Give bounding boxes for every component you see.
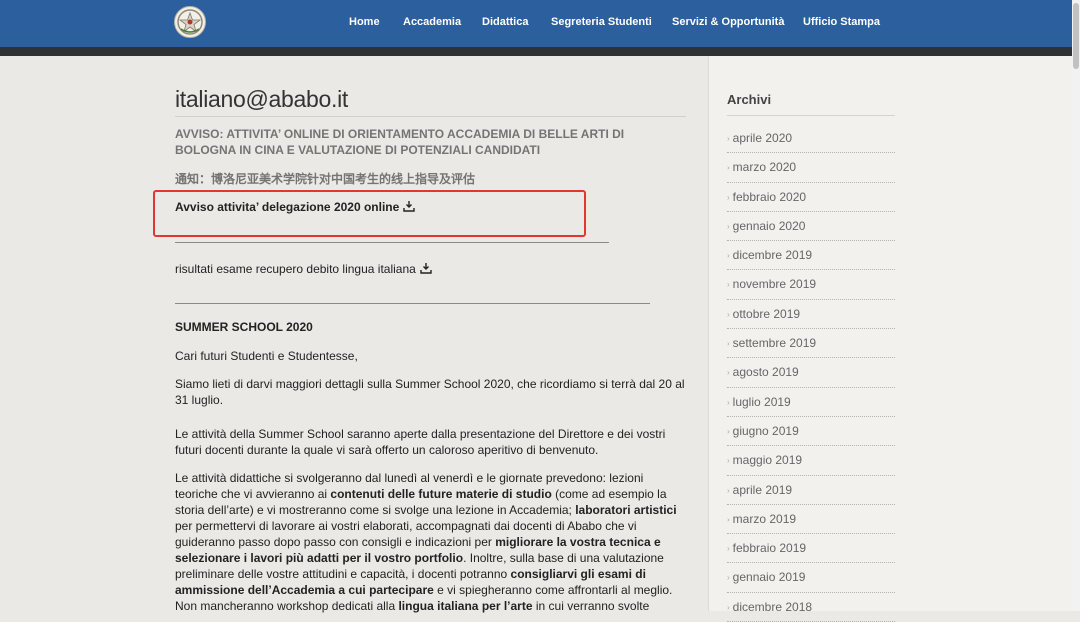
archive-item[interactable]: › giugno 2019 [727, 417, 895, 447]
archive-item[interactable]: › maggio 2019 [727, 446, 895, 476]
chevron-right-icon: › [727, 368, 730, 378]
chevron-right-icon: › [727, 221, 730, 231]
archive-item[interactable]: › ottobre 2019 [727, 300, 895, 330]
archive-item[interactable]: › marzo 2020 [727, 153, 895, 183]
archive-item-label: febbraio 2020 [732, 189, 807, 204]
archive-item[interactable]: › aprile 2019 [727, 476, 895, 505]
archive-item[interactable]: › aprile 2020 [727, 124, 895, 154]
notice-text: AVVISO: ATTIVITA’ ONLINE DI ORIENTAMENTO… [175, 127, 625, 157]
title-divider [175, 116, 686, 117]
nav-segreteria-studenti[interactable]: Segreteria Studenti [551, 16, 652, 28]
chevron-right-icon: › [727, 573, 730, 583]
archive-item-label: dicembre 2018 [732, 599, 813, 614]
archive-item[interactable]: › gennaio 2020 [727, 212, 895, 242]
archive-item-label: marzo 2019 [732, 511, 797, 526]
archive-item[interactable]: › agosto 2019 [727, 358, 895, 388]
nav-didattica[interactable]: Didattica [482, 16, 528, 28]
archive-item[interactable]: › febbraio 2020 [727, 183, 895, 212]
italian-emblem-icon[interactable] [174, 6, 206, 38]
nav-ufficio-stampa[interactable]: Ufficio Stampa [803, 16, 880, 28]
archive-item[interactable]: › settembre 2019 [727, 329, 895, 359]
archive-item-label: gennaio 2020 [732, 218, 806, 233]
archive-item-label: maggio 2019 [732, 453, 803, 468]
chevron-right-icon: › [727, 251, 730, 261]
top-navbar: Home Accademia Didattica Segreteria Stud… [0, 0, 1072, 47]
header-divider [0, 47, 1072, 56]
chevron-right-icon: › [727, 280, 730, 290]
chevron-right-icon: › [727, 456, 730, 466]
archive-divider [727, 115, 895, 116]
archive-item-label: dicembre 2019 [732, 248, 813, 263]
archive-item-label: aprile 2019 [732, 482, 793, 497]
risultati-download-link[interactable]: risultati esame recupero debito lingua i… [175, 262, 432, 277]
highlight-box [153, 190, 586, 237]
archive-item[interactable]: › novembre 2019 [727, 270, 895, 300]
nav-servizi-opportunita[interactable]: Servizi & Opportunità [672, 16, 784, 28]
archive-item-label: novembre 2019 [732, 277, 817, 292]
nav-home[interactable]: Home [349, 16, 380, 28]
chevron-right-icon: › [727, 426, 730, 436]
archive-item-label: ottobre 2019 [732, 306, 801, 321]
archive-item-label: luglio 2019 [732, 394, 791, 409]
chevron-right-icon: › [727, 192, 730, 202]
page-title: italiano@ababo.it [175, 86, 348, 112]
bold-text: laboratori artistici [575, 503, 677, 517]
paragraph-opening: Le attività della Summer School saranno … [175, 427, 666, 457]
archive-item-label: gennaio 2019 [732, 570, 806, 585]
archive-item[interactable]: › febbraio 2019 [727, 534, 895, 564]
archive-item-label: febbraio 2019 [732, 541, 807, 556]
chevron-right-icon: › [727, 514, 730, 524]
chevron-right-icon: › [727, 163, 730, 173]
archive-item-label: giugno 2019 [732, 423, 799, 438]
chevron-right-icon: › [727, 339, 730, 349]
summer-school-heading: SUMMER SCHOOL 2020 [175, 320, 313, 334]
archive-item-label: aprile 2020 [732, 131, 793, 145]
archive-item-label: settembre 2019 [732, 336, 817, 351]
paragraph-dates: Siamo lieti di darvi maggiori dettagli s… [175, 377, 685, 407]
scrollbar[interactable] [1072, 0, 1080, 611]
archive-item[interactable]: › luglio 2019 [727, 388, 895, 417]
chevron-right-icon: › [727, 309, 730, 319]
archive-item[interactable]: › marzo 2019 [727, 505, 895, 535]
archive-item-label: marzo 2020 [732, 160, 797, 175]
risultati-link-label: risultati esame recupero debito lingua i… [175, 262, 416, 276]
bold-text: contenuti delle future materie di studio [330, 487, 552, 501]
scrollbar-thumb[interactable] [1073, 3, 1079, 69]
chevron-right-icon: › [727, 544, 730, 554]
divider-line [175, 242, 609, 243]
greeting-text: Cari futuri Studenti e Studentesse, [175, 349, 358, 363]
archive-item[interactable]: › dicembre 2019 [727, 241, 895, 271]
chevron-right-icon: › [727, 602, 730, 612]
notice-chinese: 通知：博洛尼亚美术学院针对中国考生的线上指导及评估 [175, 172, 476, 186]
chevron-right-icon: › [727, 134, 730, 143]
chevron-right-icon: › [727, 397, 730, 407]
download-icon[interactable] [420, 262, 432, 277]
archive-item-label: agosto 2019 [732, 365, 799, 380]
nav-accademia[interactable]: Accademia [403, 16, 461, 28]
archive-item[interactable]: › gennaio 2019 [727, 563, 895, 593]
divider-line [175, 303, 650, 304]
archive-heading: Archivi [727, 92, 772, 107]
archive-item[interactable]: › dicembre 2018 [727, 593, 895, 622]
paragraph-activities: Le attività didattiche si svolgeranno da… [175, 470, 687, 614]
archive-list: › aprile 2020 › marzo 2020 › febbraio 2020 › ge… [727, 124, 895, 622]
chevron-right-icon: › [727, 485, 730, 495]
